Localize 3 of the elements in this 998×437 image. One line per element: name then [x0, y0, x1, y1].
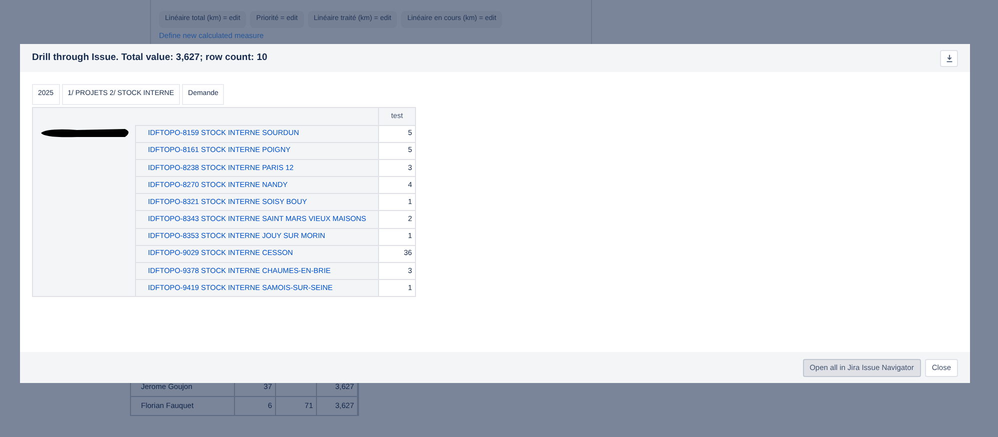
download-button[interactable]: [940, 50, 958, 66]
download-icon: [944, 54, 954, 62]
dialog-title: Drill through Issue. Total value: 3,627; row count: 10: [32, 50, 268, 65]
